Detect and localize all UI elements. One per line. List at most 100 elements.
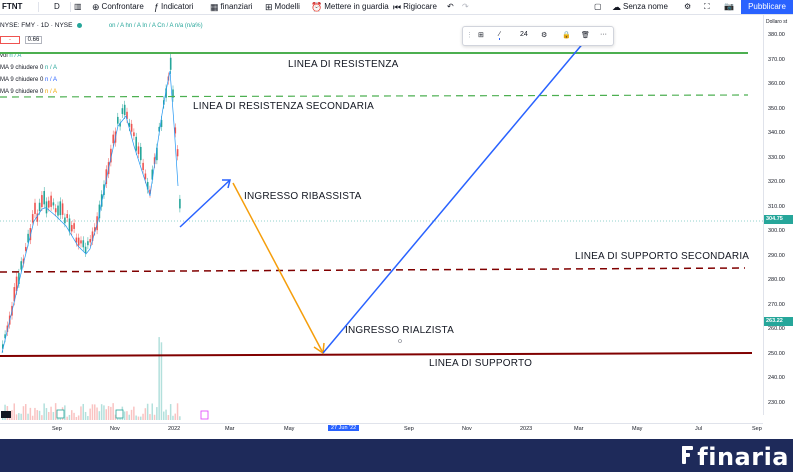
redo-icon[interactable]: ↷ xyxy=(462,1,469,13)
line-color-icon[interactable]: ∕ xyxy=(499,31,501,40)
volume-bar xyxy=(165,409,167,420)
candle-type-icon[interactable]: ▥ xyxy=(74,1,82,13)
candle-body xyxy=(176,149,179,157)
financials-label: finanziari xyxy=(220,2,253,11)
volume-bar xyxy=(80,406,82,420)
volume-bar xyxy=(130,409,133,420)
volume-bar xyxy=(140,416,142,420)
camera-icon[interactable]: 📷 xyxy=(724,1,734,13)
volume-bar xyxy=(50,406,52,420)
brand-name: finaria xyxy=(697,443,789,471)
layout-name-button[interactable]: ☁ Senza nome xyxy=(612,1,668,13)
settings-icon[interactable]: ⚙ xyxy=(684,1,691,13)
volume-bar xyxy=(36,410,38,420)
layout-icon[interactable]: ▢ xyxy=(594,1,602,13)
candle-body xyxy=(117,116,119,124)
secondary-resistance-label: LINEA DI RESISTENZA SECONDARIA xyxy=(193,101,375,112)
time-tick-label: Sep xyxy=(52,426,62,432)
finaria-logo-icon xyxy=(682,443,694,467)
financials-button[interactable]: ▦ finanziari xyxy=(210,1,253,13)
candle-body xyxy=(73,223,75,229)
bull-arrow-1 xyxy=(179,179,231,228)
volume-bar xyxy=(98,411,101,420)
financials-icon: ▦ xyxy=(210,2,219,12)
secondary-support-label: LINEA DI SUPPORTO SECONDARIA xyxy=(575,251,750,262)
candle-body xyxy=(20,261,22,270)
compare-button[interactable]: ⊕ Confrontare xyxy=(92,1,144,13)
candle-body xyxy=(84,246,87,253)
volume-bar xyxy=(89,408,91,420)
volume-bar xyxy=(149,414,151,420)
volume-bar xyxy=(156,407,158,420)
replay-icon: ⏮ xyxy=(393,2,402,12)
time-tick-label: May xyxy=(284,426,295,432)
volume-bar xyxy=(25,404,27,420)
time-tick-label: Sep xyxy=(404,426,414,432)
currency-label: Dollaro st xyxy=(766,19,788,25)
time-tick-label: Jul xyxy=(695,426,703,432)
drag-handle-icon[interactable]: ⋮ xyxy=(466,31,473,39)
tv-logo-icon xyxy=(1,411,11,418)
time-tick-label: 27 Jun '22 xyxy=(328,425,360,431)
volume-bar xyxy=(84,411,87,420)
time-tick-label: Mar xyxy=(574,426,584,432)
resistance-label: LINEA DI RESISTENZA xyxy=(288,59,399,70)
brand-logo: finaria xyxy=(682,443,789,471)
trash-icon[interactable]: 🗑 xyxy=(581,31,590,39)
cloud-icon: ☁ xyxy=(612,2,621,12)
replay-button[interactable]: ⏮ Rigiocare xyxy=(393,1,437,13)
settings-icon[interactable]: ⚙ xyxy=(541,31,547,39)
lock-icon[interactable]: 🔒 xyxy=(562,31,571,39)
candle-body xyxy=(135,136,137,151)
candle-body xyxy=(179,198,181,209)
interval-button[interactable]: D xyxy=(54,1,60,13)
models-button[interactable]: ⊞ Modelli xyxy=(265,1,300,13)
volume-bar xyxy=(13,403,15,420)
alarm-clock-icon: ⏰ xyxy=(311,2,323,12)
candle-body xyxy=(144,173,147,180)
indicators-icon: ƒ xyxy=(154,2,160,12)
volume-bar xyxy=(123,411,126,420)
volume-bar xyxy=(73,412,75,420)
candle-body xyxy=(137,146,140,155)
volume-bar xyxy=(105,409,107,420)
template-icon[interactable]: ⊞ xyxy=(478,31,484,39)
volume-bar xyxy=(20,413,22,420)
price-tick-label: 280.00 xyxy=(768,277,785,283)
divider xyxy=(70,2,71,12)
candle-body xyxy=(43,191,45,205)
price-tick-label: 320.00 xyxy=(768,179,785,185)
price-axis[interactable]: Dollaro st 380.00 370.00 360.00 350.00 340.0… xyxy=(763,15,793,415)
volume-bar xyxy=(163,411,165,420)
volume-bar xyxy=(87,416,89,420)
symbol-search[interactable]: FTNT xyxy=(2,1,22,13)
candle-body xyxy=(133,132,135,137)
volume-bar xyxy=(135,415,137,420)
indicators-button[interactable]: ƒ Indicatori xyxy=(154,1,193,13)
publish-button[interactable]: Pubblicare xyxy=(741,0,793,14)
layout-name: Senza nome xyxy=(623,2,668,11)
price-tick-label: 300.00 xyxy=(768,228,785,234)
time-tick-label: 2022 xyxy=(168,426,181,432)
divider xyxy=(38,2,39,12)
chart-canvas[interactable] xyxy=(0,15,763,438)
time-tick-label: Nov xyxy=(110,426,120,432)
volume-bar xyxy=(66,416,68,420)
undo-icon[interactable]: ↶ xyxy=(447,1,454,13)
top-toolbar: FTNT D ▥ ⊕ Confrontare ƒ Indicatori ▦ finan… xyxy=(0,0,793,15)
secondary-resistance-line xyxy=(0,94,749,98)
alert-button[interactable]: ⏰ Mettere in guardia xyxy=(311,1,389,13)
candle-body xyxy=(123,104,126,115)
line-width-value[interactable]: 24 xyxy=(520,31,528,38)
earnings-marker-1 xyxy=(56,409,65,419)
more-icon[interactable]: ··· xyxy=(600,31,607,38)
volume-bar xyxy=(151,403,153,420)
time-axis[interactable]: Sep Nov 2022 Mar May 27 Jun '22 Sep Nov 2023 Mar M… xyxy=(0,423,763,436)
price-tick-label: 260.00 xyxy=(768,326,785,332)
candle-body xyxy=(50,195,52,207)
bull-arrow-2 xyxy=(322,34,591,354)
fullscreen-icon[interactable]: ⛶ xyxy=(704,1,710,13)
drawing-toolbar: ⋮ ⊞ ∕ 24 ⚙ 🔒 🗑 ··· xyxy=(462,26,614,46)
candle-body xyxy=(89,239,91,243)
price-tick-label: 310.00 xyxy=(768,203,785,210)
